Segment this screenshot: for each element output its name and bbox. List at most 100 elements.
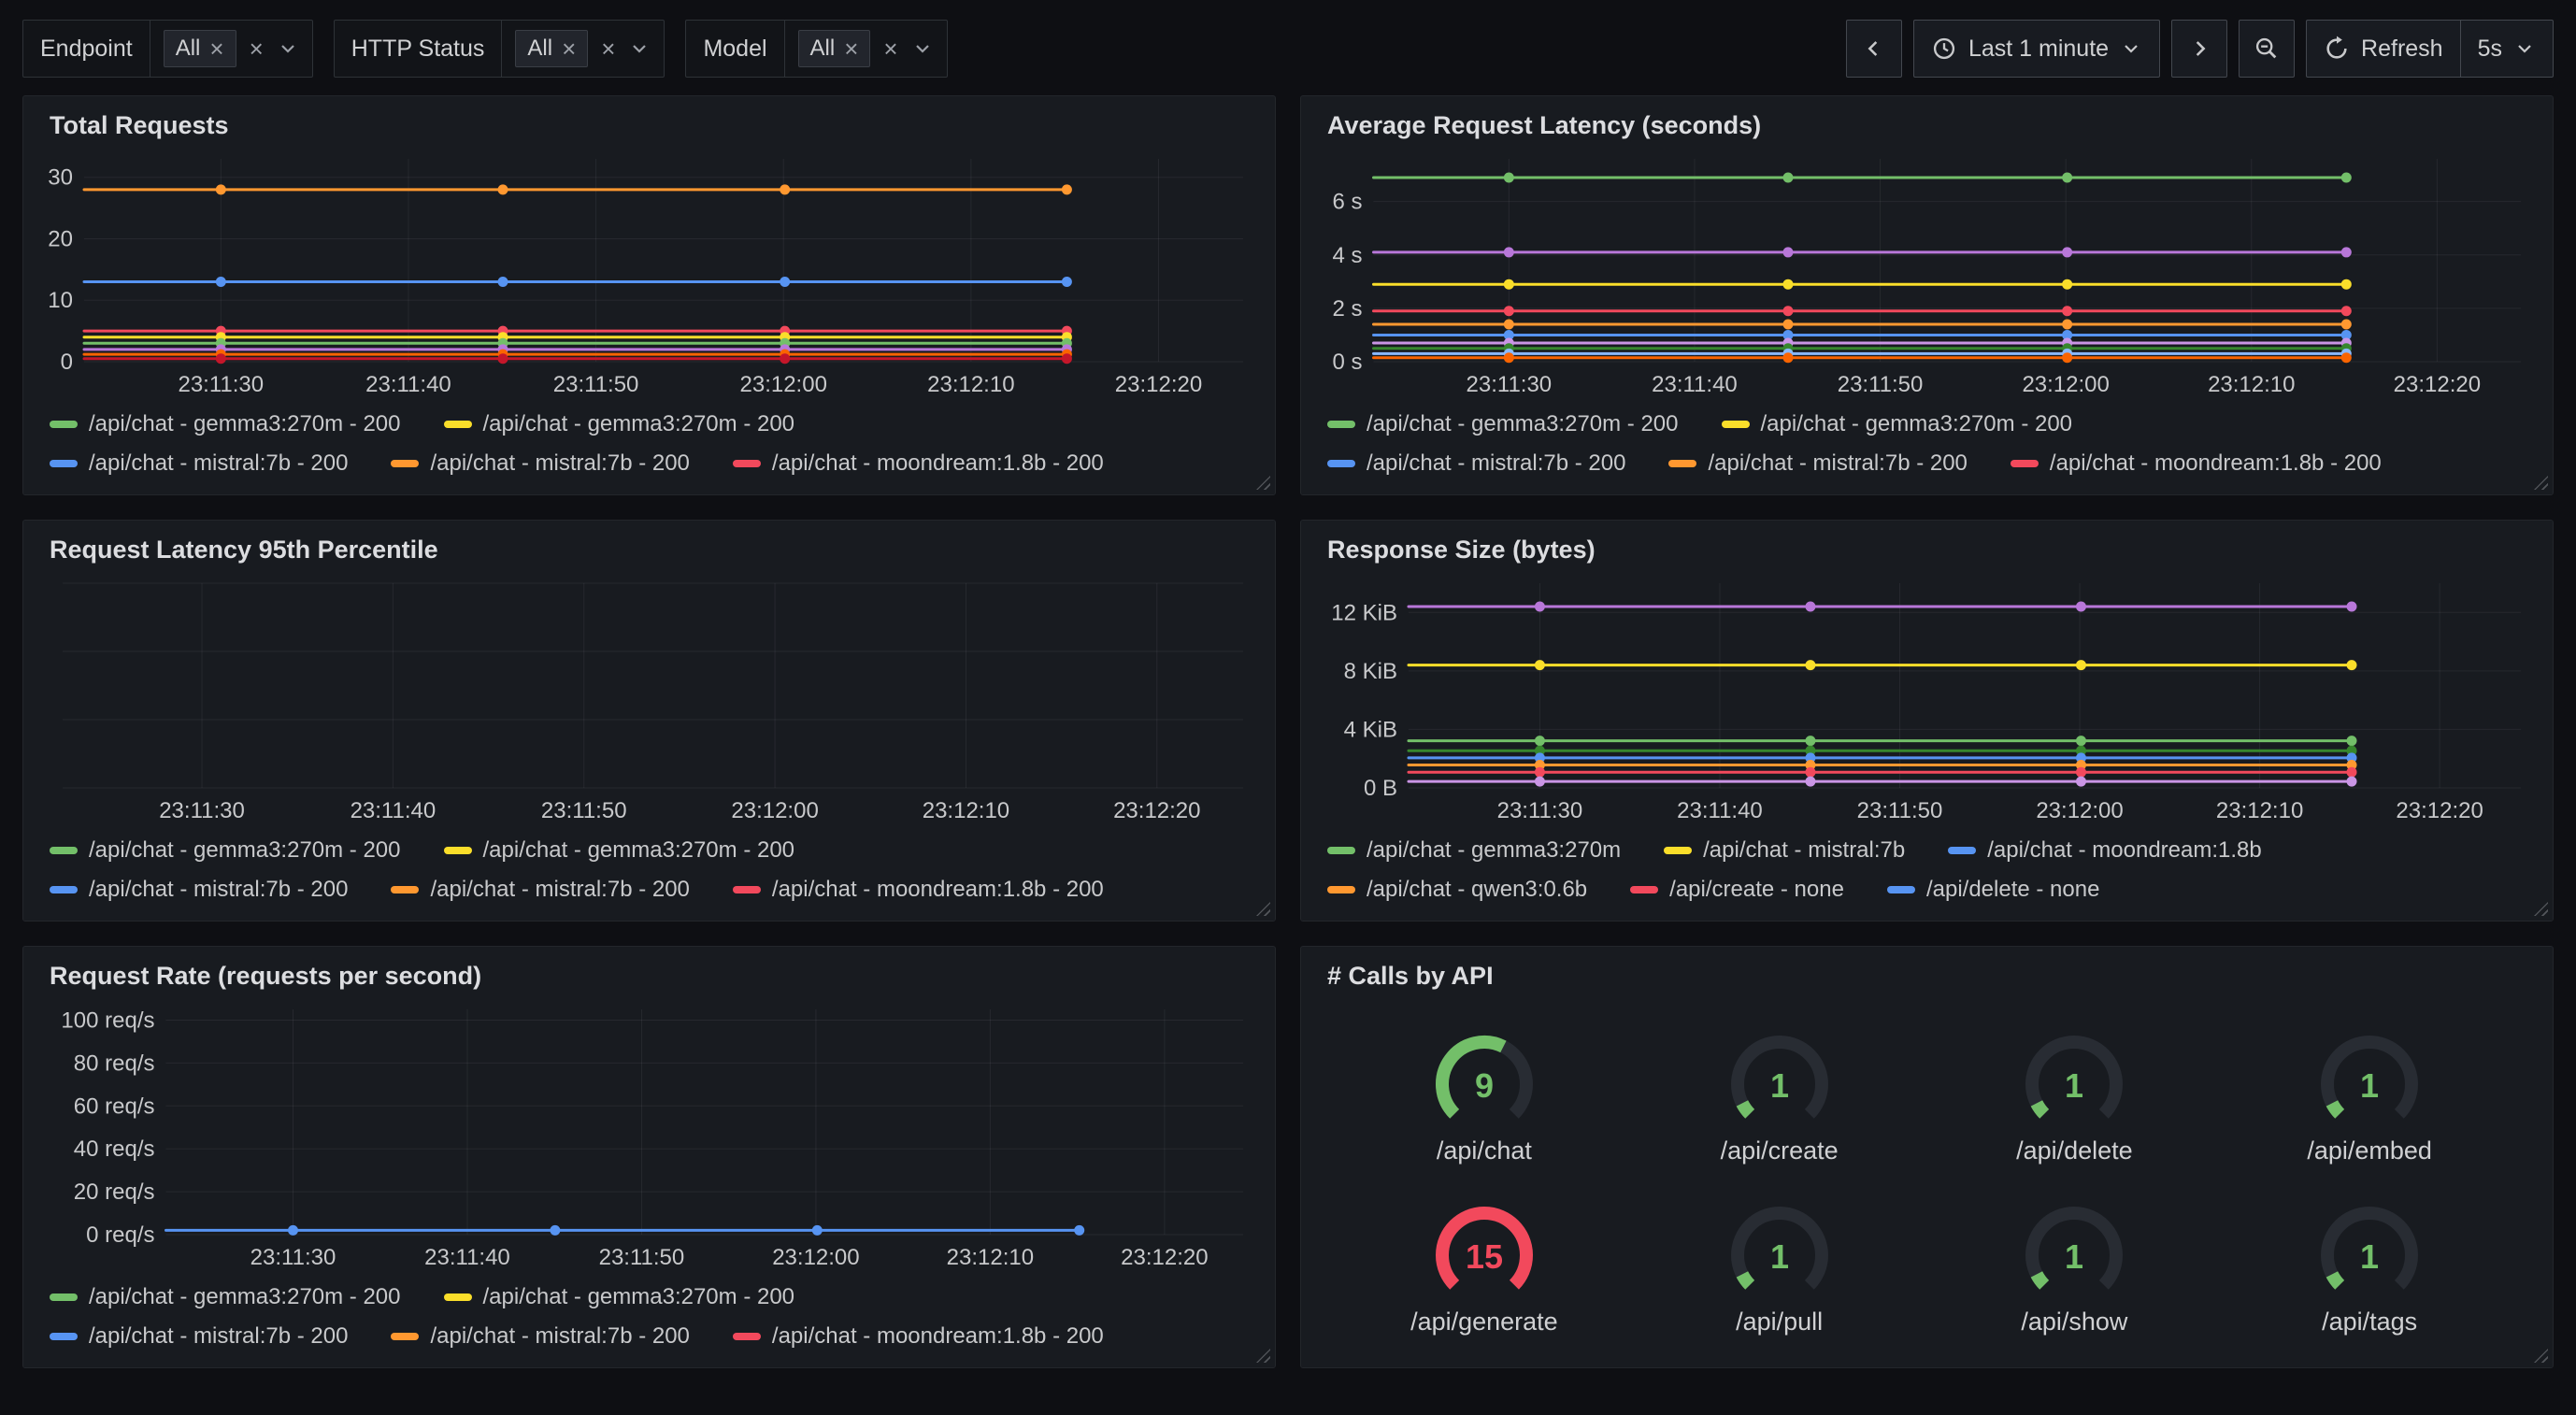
legend-item[interactable]: /api/chat - gemma3:270m - 200 [50,837,401,864]
legend-item[interactable]: /api/chat - moondream:1.8b - 200 [733,450,1104,477]
gauge-value: 1 [1770,1237,1789,1276]
filter-chip-all[interactable]: All × [164,30,236,67]
time-series-chart[interactable]: 23:11:3023:11:4023:11:5023:12:0023:12:10… [40,998,1258,1272]
panel-title[interactable]: # Calls by API [1327,962,2526,991]
time-shift-back-button[interactable] [1846,20,1902,78]
legend-item[interactable]: /api/chat - gemma3:270m - 200 [1722,411,2073,437]
legend-label: /api/chat - mistral:7b - 200 [89,877,348,903]
legend-row: /api/chat - gemma3:270m - 200/api/chat -… [50,1278,1258,1317]
chart-canvas: 23:11:3023:11:4023:11:5023:12:0023:12:10… [40,998,1258,1272]
legend-label: /api/delete - none [1926,877,2099,903]
legend-item[interactable]: /api/chat - gemma3:270m - 200 [50,1284,401,1310]
time-series-chart[interactable]: 23:11:3023:11:4023:11:5023:12:0023:12:10… [40,572,1258,825]
series-color-swatch [733,886,761,893]
legend-item[interactable]: /api/chat - mistral:7b - 200 [1327,450,1625,477]
svg-text:23:12:10: 23:12:10 [2216,798,2303,823]
chevron-down-icon[interactable] [628,37,651,60]
filter-chip-label: All [527,36,552,62]
chart-legend: /api/chat - gemma3:270m - 200/api/chat -… [50,1278,1258,1356]
panel-title[interactable]: Request Rate (requests per second) [50,962,1249,991]
legend-item[interactable]: /api/chat - moondream:1.8b - 200 [733,877,1104,903]
filter-endpoint-value[interactable]: All × × [150,21,312,77]
panel-resize-handle[interactable] [1256,1349,1270,1363]
legend-item[interactable]: /api/chat - gemma3:270m [1327,837,1621,864]
legend-item[interactable]: /api/chat - mistral:7b - 200 [50,450,348,477]
panel-resize-handle[interactable] [1256,902,1270,916]
gauge-label: /api/delete [2016,1136,2133,1165]
filter-clear-icon[interactable]: × [250,36,264,61]
legend-item[interactable]: /api/chat - mistral:7b - 200 [391,450,689,477]
time-series-chart[interactable]: 23:11:3023:11:4023:11:5023:12:0023:12:10… [40,148,1258,399]
legend-label: /api/chat - moondream:1.8b [1987,837,2262,864]
gauge-label: /api/pull [1736,1308,1823,1336]
panel-total-requests: Total Requests 23:11:3023:11:4023:11:502… [22,95,1276,495]
svg-text:23:12:00: 23:12:00 [2036,798,2123,823]
chart-canvas: 23:11:3023:11:4023:11:5023:12:0023:12:10… [1318,572,2536,825]
filter-chip-all[interactable]: All × [798,30,871,67]
panel-resize-handle[interactable] [2534,902,2548,916]
series-color-swatch [50,847,78,854]
legend-item[interactable]: /api/chat - moondream:1.8b - 200 [733,1323,1104,1350]
panel-calls-by-api: # Calls by API 9/api/chat1/api/create1/a… [1300,946,2554,1368]
time-series-chart[interactable]: 23:11:3023:11:4023:11:5023:12:0023:12:10… [1318,148,2536,399]
legend-item[interactable]: /api/chat - moondream:1.8b - 200 [2011,450,2382,477]
filter-chip-all[interactable]: All × [515,30,588,67]
svg-text:23:12:20: 23:12:20 [2396,798,2483,823]
legend-item[interactable]: /api/chat - gemma3:270m - 200 [1327,411,1679,437]
chevron-down-icon[interactable] [277,37,299,60]
gauge-arc: 1 [1995,1197,2154,1311]
legend-item[interactable]: /api/chat - mistral:7b [1664,837,1905,864]
panel-title[interactable]: Response Size (bytes) [1327,536,2526,565]
legend-item[interactable]: /api/chat - mistral:7b - 200 [391,1323,689,1350]
legend-label: /api/chat - qwen3:0.6b [1367,877,1587,903]
legend-item[interactable]: /api/chat - gemma3:270m - 200 [444,411,795,437]
legend-item[interactable]: /api/chat - qwen3:0.6b [1327,877,1587,903]
filter-clear-icon[interactable]: × [601,36,615,61]
legend-item[interactable]: /api/chat - mistral:7b - 200 [391,877,689,903]
chevron-down-icon[interactable] [911,37,934,60]
series-color-swatch [1327,886,1355,893]
gauge-api-show: 1/api/show [1927,1197,2223,1336]
legend-item[interactable]: /api/chat - gemma3:270m - 200 [50,411,401,437]
gauge-api-embed: 1/api/embed [2222,1026,2517,1165]
panels-grid: Total Requests 23:11:3023:11:4023:11:502… [22,95,2554,1368]
gauge-label: /api/generate [1410,1308,1558,1336]
legend-row: /api/chat - mistral:7b - 200/api/chat - … [50,1317,1258,1356]
chip-remove-icon[interactable]: × [844,36,858,61]
refresh-interval-picker[interactable]: 5s [2460,20,2554,78]
panel-title[interactable]: Request Latency 95th Percentile [50,536,1249,565]
zoom-out-button[interactable] [2239,20,2295,78]
gauge-value: 1 [2360,1237,2379,1276]
filter-http-status-value[interactable]: All × × [501,21,664,77]
panel-resize-handle[interactable] [2534,476,2548,490]
legend-item[interactable]: /api/chat - gemma3:270m - 200 [444,837,795,864]
filter-clear-icon[interactable]: × [883,36,897,61]
panel-resize-handle[interactable] [1256,476,1270,490]
svg-text:23:11:40: 23:11:40 [424,1245,510,1270]
time-range-picker[interactable]: Last 1 minute [1913,20,2160,78]
legend-item[interactable]: /api/chat - mistral:7b - 200 [50,877,348,903]
legend-item[interactable]: /api/chat - gemma3:270m - 200 [444,1284,795,1310]
legend-item[interactable]: /api/chat - moondream:1.8b [1948,837,2262,864]
time-series-chart[interactable]: 23:11:3023:11:4023:11:5023:12:0023:12:10… [1318,572,2536,825]
panel-title[interactable]: Total Requests [50,111,1249,140]
chip-remove-icon[interactable]: × [209,36,223,61]
filter-label: HTTP Status [335,36,502,63]
svg-text:23:12:10: 23:12:10 [927,372,1014,397]
panel-resize-handle[interactable] [2534,1349,2548,1363]
legend-item[interactable]: /api/delete - none [1887,877,2099,903]
legend-item[interactable]: /api/create - none [1630,877,1844,903]
svg-text:4 KiB: 4 KiB [1344,717,1397,742]
series-color-swatch [391,1333,419,1340]
refresh-button[interactable]: Refresh [2306,20,2460,78]
dashboard-toolbar: Endpoint All × × HTTP Status All × × [0,0,2576,86]
time-shift-forward-button[interactable] [2171,20,2227,78]
legend-item[interactable]: /api/chat - mistral:7b - 200 [1668,450,1967,477]
legend-item[interactable]: /api/chat - mistral:7b - 200 [50,1323,348,1350]
svg-text:23:11:50: 23:11:50 [553,372,639,397]
svg-text:40 req/s: 40 req/s [74,1136,155,1162]
chip-remove-icon[interactable]: × [562,36,576,61]
panel-title[interactable]: Average Request Latency (seconds) [1327,111,2526,140]
legend-label: /api/chat - gemma3:270m - 200 [483,1284,795,1310]
filter-model-value[interactable]: All × × [784,21,947,77]
